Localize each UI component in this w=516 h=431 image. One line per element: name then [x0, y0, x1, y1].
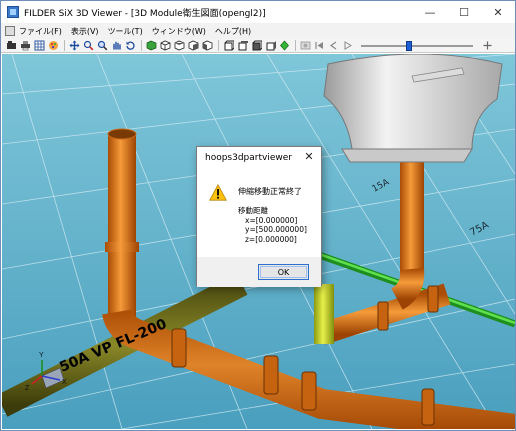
dialog-close-button[interactable]: ✕: [303, 151, 315, 163]
ok-button[interactable]: OK: [258, 264, 309, 280]
menu-window[interactable]: ウィンドウ(W): [152, 26, 206, 37]
toolbar: [1, 39, 515, 53]
view-box2-icon[interactable]: [236, 40, 248, 51]
dialog-body: 伸縮移動正常終了 移動距離 x=[0.000000] y=[500.000000…: [197, 169, 321, 257]
detail-heading: 移動距離: [238, 206, 268, 215]
view-box3-icon[interactable]: [250, 40, 262, 51]
menu-bar: ファイル(F) 表示(V) ツール(T) ウィンドウ(W) ヘルプ(H): [1, 23, 515, 39]
print-icon[interactable]: [19, 40, 31, 51]
app-logo-icon: [7, 6, 19, 18]
close-button[interactable]: ✕: [481, 1, 515, 23]
dialog-footer: OK: [197, 257, 321, 287]
view-box-icon[interactable]: [222, 40, 234, 51]
iso-view-icon[interactable]: [201, 40, 213, 51]
step-back-icon[interactable]: [327, 40, 339, 51]
menu-view[interactable]: 表示(V): [71, 26, 99, 37]
app-window: FILDER SiX 3D Viewer - [3D Module衛生図面(op…: [0, 0, 516, 431]
animation-slider[interactable]: [361, 40, 473, 51]
grid-icon[interactable]: [33, 40, 45, 51]
toolbar-separator: [64, 40, 65, 51]
solid-view-icon[interactable]: [145, 40, 157, 51]
palette-icon[interactable]: [47, 40, 59, 51]
z-value: z=[0.000000]: [245, 234, 297, 244]
top-view-icon[interactable]: [173, 40, 185, 51]
move-icon[interactable]: [68, 40, 80, 51]
minimize-button[interactable]: —: [413, 1, 447, 23]
toolbar-separator: [218, 40, 219, 51]
dialog-detail: 移動距離 x=[0.000000] y=[500.000000] z=[0.00…: [238, 206, 307, 244]
play-icon[interactable]: [341, 40, 353, 51]
rotate-icon[interactable]: [124, 40, 136, 51]
axis-y-label: Y: [39, 352, 44, 359]
snapshot-icon[interactable]: [299, 40, 311, 51]
warning-icon: [209, 184, 227, 201]
maximize-button[interactable]: ☐: [447, 1, 481, 23]
zoom-plus-icon[interactable]: [481, 40, 493, 51]
y-value: y=[500.000000]: [245, 225, 307, 234]
menu-tools[interactable]: ツール(T): [108, 26, 143, 37]
axis-x-label: X: [62, 379, 67, 386]
axis-z-label: Z: [25, 385, 30, 392]
rewind-icon[interactable]: [313, 40, 325, 51]
side-view-icon[interactable]: [187, 40, 199, 51]
title-bar: FILDER SiX 3D Viewer - [3D Module衛生図面(op…: [1, 1, 515, 23]
view-box4-icon[interactable]: [264, 40, 276, 51]
pan-icon[interactable]: [110, 40, 122, 51]
window-controls: — ☐ ✕: [413, 1, 515, 23]
toolbar-separator: [295, 40, 296, 51]
zoom-icon[interactable]: [96, 40, 108, 51]
dialog-title-bar: hoops3dpartviewer ✕: [197, 147, 321, 169]
x-value: x=[0.000000]: [245, 215, 298, 225]
color-icon[interactable]: [278, 40, 290, 51]
zoom-window-icon[interactable]: [82, 40, 94, 51]
dialog-message: 伸縮移動正常終了: [238, 187, 302, 196]
slider-thumb[interactable]: [406, 40, 413, 51]
window-title: FILDER SiX 3D Viewer - [3D Module衛生図面(op…: [24, 8, 266, 19]
open-icon[interactable]: [5, 40, 17, 51]
front-view-icon[interactable]: [159, 40, 171, 51]
menu-help[interactable]: ヘルプ(H): [215, 26, 251, 37]
document-icon[interactable]: [5, 26, 15, 36]
message-dialog: hoops3dpartviewer ✕ 伸縮移動正常終了 移動距離 x=[0.0…: [196, 146, 322, 287]
dialog-title: hoops3dpartviewer: [205, 153, 292, 163]
toolbar-separator: [141, 40, 142, 51]
menu-file[interactable]: ファイル(F): [19, 26, 62, 37]
